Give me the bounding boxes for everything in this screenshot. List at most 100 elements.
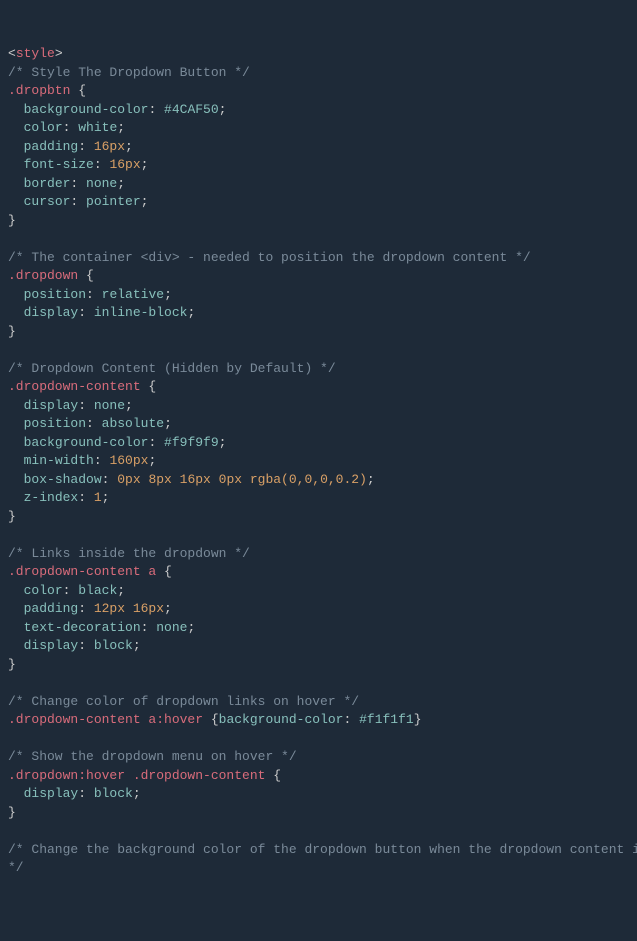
code-token: ; xyxy=(219,102,227,117)
code-token: { xyxy=(78,268,94,283)
code-token: : xyxy=(78,398,94,413)
code-token: cursor xyxy=(24,194,71,209)
code-token: : xyxy=(63,120,79,135)
code-token: : xyxy=(78,305,94,320)
code-token: #4CAF50 xyxy=(164,102,219,117)
code-token: : xyxy=(78,601,94,616)
code-token: : xyxy=(78,638,94,653)
code-token: text-decoration xyxy=(24,620,141,635)
code-token: ; xyxy=(164,287,172,302)
code-token: pointer xyxy=(86,194,141,209)
code-token: : xyxy=(78,139,94,154)
code-token: ; xyxy=(187,620,195,635)
code-token: z-index xyxy=(24,490,79,505)
code-token: .dropdown:hover .dropdown-content xyxy=(8,768,265,783)
code-token xyxy=(8,102,24,117)
code-token: black xyxy=(78,583,117,598)
code-token xyxy=(8,638,24,653)
code-token: background-color xyxy=(219,712,344,727)
code-token: display xyxy=(24,786,79,801)
code-token: ; xyxy=(102,490,110,505)
code-token: .dropbtn xyxy=(8,83,70,98)
code-token: 0px 8px 16px 0px rgba(0,0,0,0.2) xyxy=(117,472,367,487)
code-token: : xyxy=(70,176,86,191)
code-token: : xyxy=(94,157,110,172)
code-token: ; xyxy=(219,435,227,450)
code-token: ; xyxy=(133,786,141,801)
code-token: { xyxy=(203,712,219,727)
code-token: padding xyxy=(24,601,79,616)
code-token: : xyxy=(343,712,359,727)
code-token: inline-block xyxy=(94,305,188,320)
code-token: : xyxy=(63,583,79,598)
code-token: : xyxy=(70,194,86,209)
code-token: white xyxy=(78,120,117,135)
code-token: block xyxy=(94,786,133,801)
code-token: style xyxy=(16,46,55,61)
code-token xyxy=(8,435,24,450)
code-token: background-color xyxy=(24,435,149,450)
code-token: ; xyxy=(125,398,133,413)
code-token xyxy=(8,305,24,320)
code-token: ; xyxy=(164,601,172,616)
code-token: } xyxy=(8,805,16,820)
code-token: /* Dropdown Content (Hidden by Default) … xyxy=(8,361,336,376)
code-token: min-width xyxy=(24,453,94,468)
code-token: display xyxy=(24,305,79,320)
code-token: } xyxy=(8,213,16,228)
code-token: ; xyxy=(133,638,141,653)
code-token xyxy=(8,120,24,135)
code-token: ; xyxy=(164,416,172,431)
code-token: .dropdown xyxy=(8,268,78,283)
code-token: none xyxy=(156,620,187,635)
code-token xyxy=(8,620,24,635)
code-token: ; xyxy=(117,176,125,191)
code-token xyxy=(8,472,24,487)
code-token: ; xyxy=(148,453,156,468)
code-token: 160px xyxy=(109,453,148,468)
code-token: /* Style The Dropdown Button */ xyxy=(8,65,250,80)
code-token: 1 xyxy=(94,490,102,505)
code-token: padding xyxy=(24,139,79,154)
code-token: { xyxy=(141,379,157,394)
code-token: position xyxy=(24,287,86,302)
code-token: : xyxy=(102,472,118,487)
code-token: : xyxy=(78,490,94,505)
code-token: font-size xyxy=(24,157,94,172)
code-token: : xyxy=(141,620,157,635)
code-block: <style> /* Style The Dropdown Button */ … xyxy=(8,45,629,878)
code-token: 16px xyxy=(94,139,125,154)
code-token: box-shadow xyxy=(24,472,102,487)
code-token: : xyxy=(148,102,164,117)
code-token: ; xyxy=(141,194,149,209)
code-token xyxy=(8,287,24,302)
code-token: /* Change color of dropdown links on hov… xyxy=(8,694,359,709)
code-token: } xyxy=(8,509,16,524)
code-token xyxy=(8,398,24,413)
code-token: ; xyxy=(187,305,195,320)
code-token: ; xyxy=(141,157,149,172)
code-token: } xyxy=(8,324,16,339)
code-token xyxy=(8,194,24,209)
code-token: : xyxy=(86,416,102,431)
code-token xyxy=(8,786,24,801)
code-token xyxy=(8,583,24,598)
code-token: ; xyxy=(367,472,375,487)
code-token: block xyxy=(94,638,133,653)
code-token: border xyxy=(24,176,71,191)
code-token: #f9f9f9 xyxy=(164,435,219,450)
code-token: } xyxy=(8,657,16,672)
code-token: 12px 16px xyxy=(94,601,164,616)
code-token: ; xyxy=(117,583,125,598)
code-token: { xyxy=(265,768,281,783)
code-token: : xyxy=(148,435,164,450)
code-token: } xyxy=(414,712,422,727)
code-token xyxy=(8,176,24,191)
code-token: none xyxy=(86,176,117,191)
code-token: none xyxy=(94,398,125,413)
code-token: : xyxy=(86,287,102,302)
code-token: /* Show the dropdown menu on hover */ xyxy=(8,749,297,764)
code-token: display xyxy=(24,398,79,413)
code-token: /* Change the background color of the dr… xyxy=(8,842,637,857)
code-token: ; xyxy=(125,139,133,154)
